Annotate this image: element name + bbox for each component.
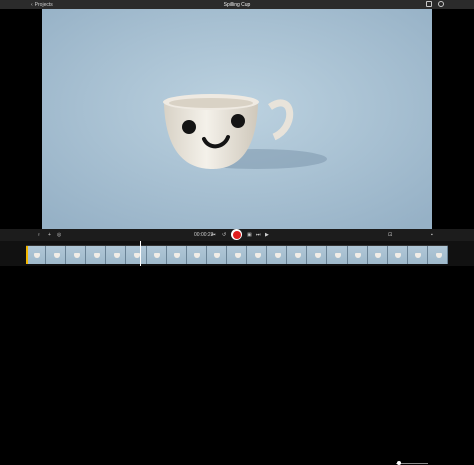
frame-thumbnail (73, 252, 80, 258)
playhead[interactable] (140, 241, 141, 266)
filmstrip-frame[interactable] (166, 246, 187, 264)
microphone-icon[interactable]: ♀ (37, 232, 41, 238)
frame-thumbnail (254, 252, 261, 258)
filmstrip-frame[interactable] (267, 246, 288, 264)
filmstrip-frame[interactable] (427, 246, 448, 264)
frame-thumbnail (174, 252, 181, 258)
timeline[interactable] (0, 241, 474, 266)
filmstrip-frame[interactable] (247, 246, 268, 264)
filmstrip-frame[interactable] (186, 246, 207, 264)
left-letterbox (0, 9, 42, 229)
frame-thumbnail (234, 252, 241, 258)
filmstrip-frame[interactable] (387, 246, 408, 264)
filmstrip-frame[interactable] (86, 246, 107, 264)
frame-thumbnail (435, 252, 442, 258)
frame-thumbnail (53, 252, 60, 258)
filmstrip-frame[interactable] (206, 246, 227, 264)
filmstrip-frame[interactable] (367, 246, 388, 264)
share-icon[interactable] (426, 1, 432, 7)
filmstrip-frame[interactable] (226, 246, 248, 264)
filmstrip-frame[interactable] (106, 246, 127, 264)
frame-thumbnail (154, 252, 161, 258)
filmstrip-frame[interactable] (407, 246, 428, 264)
right-letterbox (432, 9, 474, 229)
frame-thumbnail (33, 252, 40, 258)
frame-thumbnail (214, 252, 221, 258)
filmstrip-frame[interactable] (146, 246, 167, 264)
frame-thumbnail (395, 252, 402, 258)
frame-thumbnail (274, 252, 281, 258)
right-eye (231, 114, 245, 128)
filmstrip[interactable] (26, 246, 448, 264)
zoom-knob[interactable] (397, 461, 401, 465)
frame-thumbnail (415, 252, 422, 258)
play-icon[interactable]: ▶ (265, 232, 269, 238)
add-icon[interactable]: + (48, 232, 51, 238)
filmstrip-frame[interactable] (287, 246, 308, 264)
frame-thumbnail (114, 252, 120, 258)
filmstrip-frame[interactable] (307, 246, 328, 264)
help-icon[interactable] (438, 1, 444, 7)
trim-handle[interactable] (26, 246, 28, 264)
record-button[interactable] (231, 229, 242, 240)
filmstrip-frame[interactable] (126, 246, 147, 264)
filmstrip-frame[interactable] (327, 246, 348, 264)
frame-thumbnail (194, 252, 201, 258)
left-eye (182, 120, 196, 134)
frame-thumbnail (375, 252, 382, 258)
replay-icon[interactable]: ↺ (222, 232, 226, 238)
snapshot-icon[interactable]: ▣ (247, 232, 252, 238)
filmstrip-frame[interactable] (46, 246, 67, 264)
zoom-icon[interactable]: ⊡ (388, 232, 392, 238)
filmstrip-frame[interactable] (66, 246, 87, 264)
filmstrip-frame[interactable] (26, 246, 47, 264)
project-title: Spilling Cup (223, 2, 251, 8)
frame-thumbnail (335, 252, 342, 258)
skip-forward-icon[interactable]: ⏭ (256, 232, 261, 238)
frame-thumbnail (93, 252, 100, 258)
filmstrip-frame[interactable] (347, 246, 368, 264)
zoom-slider[interactable] (396, 461, 428, 465)
top-bar: ‹ Projects Spilling Cup (0, 0, 474, 9)
settings-icon[interactable]: ◎ (57, 232, 61, 238)
frame-thumbnail (355, 252, 362, 258)
skip-back-icon[interactable]: ⏮ (211, 232, 216, 238)
frame-thumbnail (294, 252, 301, 258)
video-preview[interactable] (42, 9, 432, 229)
frame-thumbnail (314, 252, 321, 258)
cup-scene (42, 9, 432, 229)
fullscreen-icon[interactable]: ▪ (431, 232, 433, 238)
